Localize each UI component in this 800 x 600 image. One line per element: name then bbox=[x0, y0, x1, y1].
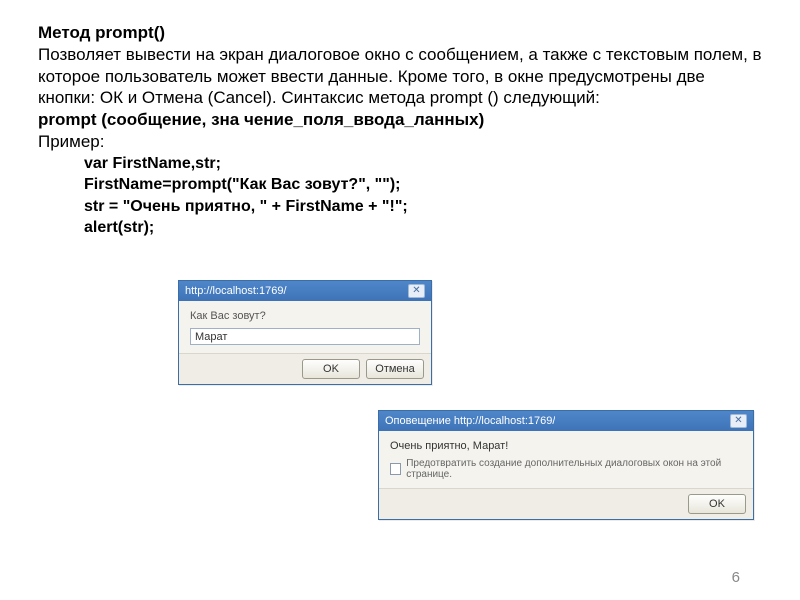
prompt-title: http://localhost:1769/ bbox=[185, 285, 287, 297]
example-label: Пример: bbox=[38, 131, 762, 153]
prompt-input[interactable] bbox=[190, 328, 420, 345]
close-icon[interactable]: ✕ bbox=[730, 414, 747, 428]
alert-dialog: Оповещение http://localhost:1769/ ✕ Очен… bbox=[378, 410, 754, 520]
document-body: Метод prompt() Позволяет вывести на экра… bbox=[0, 0, 800, 239]
ok-button[interactable]: OK bbox=[302, 359, 360, 379]
ok-button[interactable]: OK bbox=[688, 494, 746, 514]
heading: Метод prompt() bbox=[38, 22, 762, 44]
suppress-checkbox-label: Предотвратить создание дополнительных ди… bbox=[406, 458, 742, 480]
code-block: var FirstName,str; FirstName=prompt("Как… bbox=[84, 153, 762, 239]
suppress-checkbox[interactable] bbox=[390, 463, 401, 475]
page-number: 6 bbox=[732, 569, 740, 586]
code-line-2: FirstName=prompt("Как Вас зовут?", ""); bbox=[84, 174, 762, 196]
cancel-button[interactable]: Отмена bbox=[366, 359, 424, 379]
paragraph: Позволяет вывести на экран диалоговое ок… bbox=[38, 44, 762, 109]
alert-titlebar: Оповещение http://localhost:1769/ ✕ bbox=[379, 411, 753, 431]
prompt-dialog: http://localhost:1769/ ✕ Как Вас зовут? … bbox=[178, 280, 432, 385]
prompt-message: Как Вас зовут? bbox=[190, 310, 420, 322]
alert-message: Очень приятно, Марат! bbox=[390, 440, 742, 452]
prompt-titlebar: http://localhost:1769/ ✕ bbox=[179, 281, 431, 301]
alert-title: Оповещение http://localhost:1769/ bbox=[385, 415, 555, 427]
close-icon[interactable]: ✕ bbox=[408, 284, 425, 298]
code-line-4: alert(str); bbox=[84, 217, 154, 239]
code-line-1: var FirstName,str; bbox=[84, 153, 762, 175]
code-line-3: str = "Очень приятно, " + FirstName + "!… bbox=[84, 196, 762, 218]
syntax-line: prompt (сообщение, зна чение_поля_ввода_… bbox=[38, 109, 762, 131]
